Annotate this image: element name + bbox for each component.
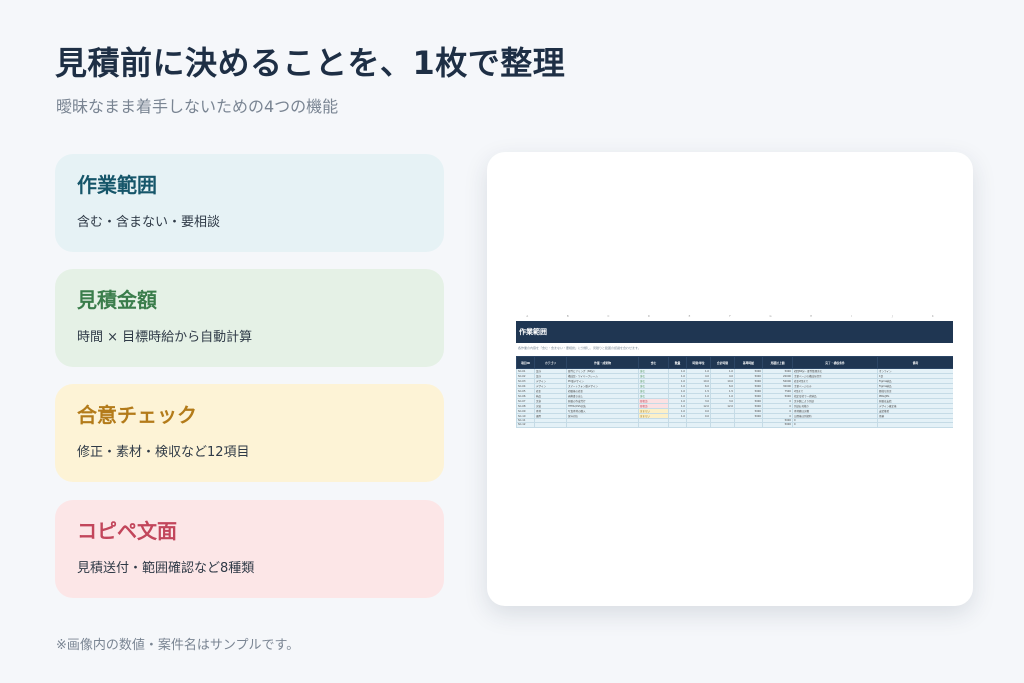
feature-card-title: コピペ文面	[77, 519, 177, 543]
table-cell	[534, 422, 567, 428]
table-cell: 0	[792, 422, 878, 428]
table-header-cell: 項目ID	[516, 356, 535, 369]
table-header-cell: 含む	[638, 356, 669, 369]
table-cell	[734, 422, 763, 428]
column-letter: G	[769, 315, 772, 318]
table-header-cell: 完了・検収条件	[792, 356, 878, 369]
spreadsheet-preview: A B C D E F G H I J K 作業範囲 各作業の内容を「含む・含まない・要相談」に分類…	[487, 152, 973, 606]
column-letter: B	[566, 315, 569, 318]
feature-card-estimate: 見積金額 時間 × 目標時給から自動計算	[55, 269, 444, 367]
column-letter: E	[688, 315, 691, 318]
feature-card-templates: コピペ文面 見積送付・範囲確認など8種類	[55, 500, 444, 598]
column-letter: C	[607, 315, 610, 318]
feature-card-desc: 修正・素材・検収など12項目	[77, 445, 250, 460]
feature-card-scope: 作業範囲 含む・含まない・要相談	[55, 154, 444, 252]
footnote: ※画像内の数値・案件名はサンプルです。	[56, 638, 300, 653]
table-cell	[877, 422, 953, 428]
table-cell	[566, 422, 639, 428]
table-row: SC-12 5000 0	[516, 422, 953, 428]
sheet-note: 各作業の内容を「含む・含まない・要相談」に分類し、見積りと範囲の認識を合わせます…	[518, 346, 641, 350]
column-letter: D	[647, 315, 650, 318]
table-header-cell: 作業・成果物	[566, 356, 639, 369]
column-letter: H	[810, 315, 813, 318]
table-cell	[668, 422, 687, 428]
column-letter: A	[526, 315, 529, 318]
column-letter: I	[851, 315, 853, 318]
column-letter: F	[729, 315, 731, 318]
spreadsheet: A B C D E F G H I J K 作業範囲 各作業の内容を「含む・含まない・要相談」に分類…	[507, 315, 953, 441]
table-header-cell: 数量	[668, 356, 687, 369]
page-subtitle: 曖昧なまま着手しないための4つの機能	[56, 97, 339, 116]
table-cell	[710, 422, 735, 428]
scope-table: 項目ID カテゴリ 作業・成果物 含む 数量 時間/単位 合計時間 基準時給 見積計上額 完了・検…	[516, 356, 953, 428]
table-header-cell: 基準時給	[734, 356, 763, 369]
feature-card-title: 見積金額	[77, 288, 157, 312]
column-letter: J	[891, 315, 893, 318]
column-letters: A B C D E F G H I J K	[507, 315, 953, 320]
feature-card-title: 作業範囲	[77, 173, 157, 197]
table-header-row: 項目ID カテゴリ 作業・成果物 含む 数量 時間/単位 合計時間 基準時給 見積計上額 完了・検…	[516, 356, 953, 369]
table-cell: SC-12	[516, 422, 535, 428]
feature-card-desc: 見積送付・範囲確認など8種類	[77, 561, 255, 576]
feature-card-agreement: 合意チェック 修正・素材・検収など12項目	[55, 384, 444, 482]
page-title: 見積前に決めることを、1枚で整理	[55, 44, 566, 82]
table-header-cell: カテゴリ	[534, 356, 567, 369]
feature-card-desc: 含む・含まない・要相談	[77, 215, 221, 230]
sheet-title: 作業範囲	[516, 321, 953, 343]
feature-card-title: 合意チェック	[77, 403, 197, 427]
table-header-cell: 備考	[877, 356, 953, 369]
table-header-cell: 合計時間	[710, 356, 735, 369]
feature-card-desc: 時間 × 目標時給から自動計算	[77, 330, 253, 345]
table-header-cell: 時間/単位	[686, 356, 711, 369]
table-cell	[686, 422, 711, 428]
column-letter: K	[931, 315, 934, 318]
table-cell	[638, 422, 669, 428]
table-header-cell: 見積計上額	[762, 356, 793, 369]
table-cell: 5000	[762, 422, 793, 428]
